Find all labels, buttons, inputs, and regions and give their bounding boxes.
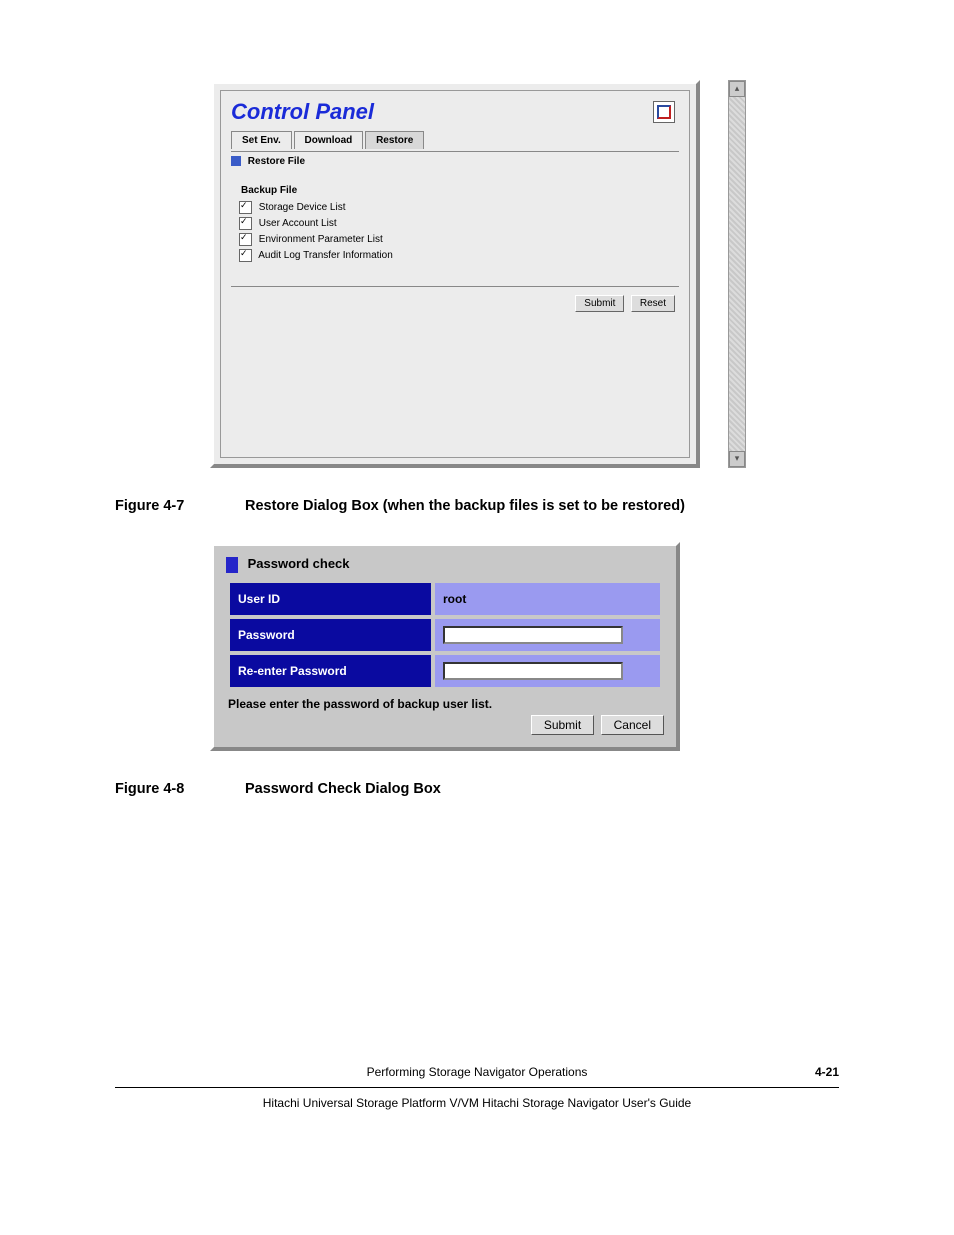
- figure-title: Password Check Dialog Box: [245, 781, 839, 797]
- user-id-value: root: [435, 583, 660, 615]
- app-logo-icon: [653, 101, 675, 123]
- page-footer: Performing Storage Navigator Operations …: [115, 1065, 839, 1110]
- figure-number: Figure 4-7: [115, 498, 215, 514]
- check-label: Audit Log Transfer Information: [258, 250, 393, 261]
- section-bullet-icon: [231, 156, 241, 166]
- footer-book-title: Hitachi Universal Storage Platform V/VM …: [115, 1096, 839, 1110]
- scroll-down-icon[interactable]: ▾: [729, 451, 745, 467]
- figure-number: Figure 4-8: [115, 781, 215, 797]
- check-label: User Account List: [259, 218, 337, 229]
- figure-4-8-caption: Figure 4-8 Password Check Dialog Box: [115, 781, 839, 797]
- submit-button[interactable]: Submit: [575, 295, 624, 312]
- password-check-title: Password check: [248, 556, 350, 571]
- figure-title: Restore Dialog Box (when the backup file…: [245, 498, 839, 514]
- checkbox-environment-parameter-list[interactable]: [239, 233, 252, 246]
- reenter-password-field[interactable]: [443, 662, 623, 680]
- check-row: Storage Device List: [239, 201, 479, 214]
- tab-download[interactable]: Download: [294, 131, 364, 149]
- tab-bar: Set Env. Download Restore: [231, 131, 679, 149]
- password-check-header: Password check: [226, 556, 664, 573]
- tab-restore[interactable]: Restore: [365, 131, 424, 149]
- backup-file-group-label: Backup File: [239, 185, 299, 196]
- vertical-scrollbar[interactable]: ▴ ▾: [728, 80, 746, 468]
- check-label: Storage Device List: [259, 202, 346, 213]
- figure-4-7-restore-dialog: Control Panel Set Env. Download Restore …: [210, 80, 726, 468]
- checkbox-user-account-list[interactable]: [239, 217, 252, 230]
- password-instruction: Please enter the password of backup user…: [228, 697, 662, 711]
- section-bullet-icon: [226, 557, 238, 573]
- button-row: Submit Cancel: [226, 715, 664, 735]
- tab-set-env[interactable]: Set Env.: [231, 131, 292, 149]
- page-number: 4-21: [815, 1065, 839, 1079]
- figure-4-8-password-dialog: Password check User ID root Password Re-…: [210, 542, 680, 751]
- check-label: Environment Parameter List: [259, 234, 383, 245]
- check-row: User Account List: [239, 217, 479, 230]
- footer-rule: [115, 1087, 839, 1088]
- password-field[interactable]: [443, 626, 623, 644]
- reset-button[interactable]: Reset: [631, 295, 675, 312]
- check-row: Audit Log Transfer Information: [239, 249, 479, 262]
- checkbox-storage-device-list[interactable]: [239, 201, 252, 214]
- cancel-button[interactable]: Cancel: [601, 715, 664, 735]
- figure-4-7-caption: Figure 4-7 Restore Dialog Box (when the …: [115, 498, 839, 514]
- submit-button[interactable]: Submit: [531, 715, 594, 735]
- control-panel-window: Control Panel Set Env. Download Restore …: [210, 80, 700, 468]
- scroll-up-icon[interactable]: ▴: [729, 81, 745, 97]
- control-panel-title: Control Panel: [231, 99, 374, 124]
- checkbox-audit-log-transfer-info[interactable]: [239, 249, 252, 262]
- button-row: Submit Reset: [231, 293, 679, 312]
- password-form-table: User ID root Password Re-enter Password: [226, 579, 664, 691]
- check-row: Environment Parameter List: [239, 233, 479, 246]
- restore-file-label: Restore File: [248, 156, 305, 167]
- reenter-password-label: Re-enter Password: [230, 655, 431, 687]
- password-label: Password: [230, 619, 431, 651]
- restore-file-header: Restore File: [231, 151, 679, 167]
- footer-chapter-title: Performing Storage Navigator Operations: [367, 1065, 588, 1079]
- user-id-label: User ID: [230, 583, 431, 615]
- backup-file-group: Backup File Storage Device List User Acc…: [231, 181, 487, 272]
